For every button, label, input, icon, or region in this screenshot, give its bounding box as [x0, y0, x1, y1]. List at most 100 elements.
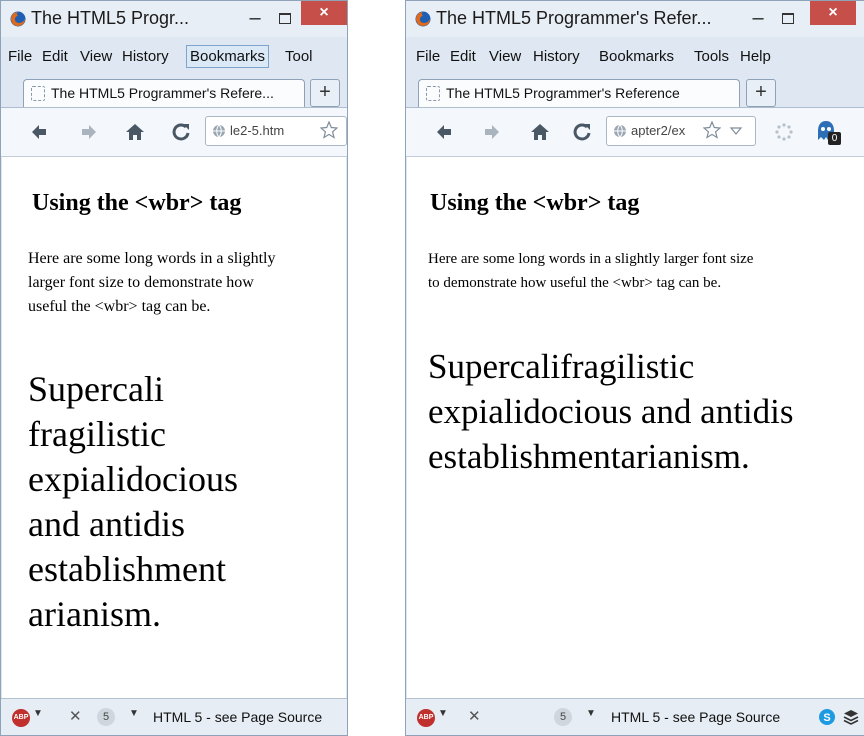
home-icon[interactable]	[125, 122, 145, 142]
long-text-line: and antidis	[28, 504, 185, 544]
maximize-icon	[279, 12, 291, 24]
title-bar: The HTML5 Progr... – ×	[1, 1, 347, 37]
menu-help[interactable]: Help	[740, 48, 771, 65]
page-icon	[426, 86, 440, 101]
menu-tools[interactable]: Tool	[285, 48, 313, 65]
tab-active[interactable]: The HTML5 Programmer's Reference	[418, 79, 740, 107]
long-words-text: Supercalifragilistic expialidocious and …	[428, 344, 793, 479]
status-bar: ABP ▼ ✕ 5 ▼ HTML 5 - see Page Source S	[406, 698, 864, 735]
back-arrow-icon[interactable]	[434, 122, 454, 142]
title-bar: The HTML5 Programmer's Refer... – ×	[406, 1, 864, 37]
minimize-button[interactable]: –	[241, 4, 269, 32]
star-icon[interactable]	[320, 121, 338, 139]
tab-label: The HTML5 Programmer's Refere...	[51, 85, 274, 101]
close-icon[interactable]: ✕	[468, 707, 481, 725]
intro-paragraph: Here are some long words in a slightly l…	[428, 247, 864, 295]
long-words-text: Supercali fragilistic expialidocious and…	[28, 367, 238, 637]
tab-active[interactable]: The HTML5 Programmer's Refere...	[23, 79, 305, 107]
ghostery-button[interactable]: 0	[816, 120, 844, 146]
intro-paragraph: Here are some long words in a slightly l…	[28, 247, 346, 319]
navigation-toolbar: le2-5.htm	[1, 107, 347, 157]
ghostery-badge: 0	[828, 132, 841, 145]
long-text-line: Supercali	[28, 369, 164, 409]
browser-window-narrow: The HTML5 Progr... – × File Edit View Hi…	[0, 0, 348, 736]
browser-window-wide: The HTML5 Programmer's Refer... – × File…	[405, 0, 864, 736]
svg-text:S: S	[823, 712, 830, 724]
close-button[interactable]: ×	[301, 1, 347, 25]
menu-edit[interactable]: Edit	[450, 48, 476, 65]
url-text: apter2/ex	[631, 123, 686, 138]
paragraph-line: Here are some long words in a slightly	[28, 250, 276, 267]
maximize-button[interactable]	[774, 4, 802, 32]
forward-arrow-icon[interactable]	[482, 122, 502, 142]
menu-tools[interactable]: Tools	[694, 48, 729, 65]
firefox-icon	[415, 11, 431, 27]
tab-label: The HTML5 Programmer's Reference	[446, 85, 680, 101]
chevron-down-icon[interactable]: ▼	[586, 708, 596, 719]
page-content: Using the <wbr> tag Here are some long w…	[2, 157, 346, 699]
firefox-icon	[10, 11, 26, 27]
addon-count-badge: 5	[97, 708, 115, 726]
url-bar[interactable]: apter2/ex	[606, 116, 756, 146]
url-text: le2-5.htm	[230, 123, 285, 138]
page-heading: Using the <wbr> tag	[430, 190, 640, 216]
long-text-line: establishment	[28, 549, 226, 589]
maximize-icon	[782, 12, 794, 24]
adblock-plus-icon[interactable]: ABP	[417, 709, 435, 727]
paragraph-line: to demonstrate how useful the <wbr> tag …	[428, 275, 722, 291]
globe-icon	[213, 124, 225, 138]
reload-icon[interactable]	[171, 122, 191, 142]
menu-history[interactable]: History	[533, 48, 580, 65]
close-icon[interactable]: ✕	[69, 707, 82, 725]
menu-bar: File Edit View History Bookmarks Tools H…	[406, 45, 864, 69]
forward-arrow-icon[interactable]	[79, 122, 99, 142]
menu-edit[interactable]: Edit	[42, 48, 68, 65]
paragraph-line: useful the <wbr> tag can be.	[28, 298, 211, 315]
globe-icon	[614, 124, 626, 138]
skype-icon[interactable]: S	[818, 708, 836, 726]
menu-bookmarks[interactable]: Bookmarks	[599, 48, 674, 65]
navigation-toolbar: apter2/ex 0	[406, 107, 864, 157]
close-button[interactable]: ×	[810, 1, 856, 25]
chevron-down-icon[interactable]: ▼	[129, 708, 139, 719]
window-title: The HTML5 Progr...	[31, 8, 190, 28]
url-bar[interactable]: le2-5.htm	[205, 116, 347, 146]
bookmark-dropdown-icon[interactable]	[727, 121, 745, 139]
menu-bar: File Edit View History Bookmarks Tool	[1, 45, 347, 69]
status-text: HTML 5 - see Page Source	[153, 709, 323, 725]
new-tab-button[interactable]: +	[310, 79, 340, 107]
minimize-button[interactable]: –	[744, 4, 772, 32]
menu-bookmarks[interactable]: Bookmarks	[186, 45, 270, 68]
chevron-down-icon[interactable]: ▼	[438, 708, 448, 719]
long-text-line: fragilistic	[28, 414, 166, 454]
loading-spinner-icon	[775, 123, 793, 141]
reload-icon[interactable]	[572, 122, 592, 142]
buffer-icon[interactable]	[842, 708, 860, 726]
menu-view[interactable]: View	[489, 48, 521, 65]
long-text-line: expialidocious	[28, 459, 238, 499]
new-tab-button[interactable]: +	[746, 79, 776, 107]
page-icon	[31, 86, 45, 101]
chevron-down-icon[interactable]: ▼	[33, 708, 43, 719]
page-content: Using the <wbr> tag Here are some long w…	[407, 157, 864, 699]
menu-file[interactable]: File	[8, 48, 32, 65]
long-text-line: establishmentarianism.	[428, 437, 750, 476]
long-text-line: expialidocious and antidis	[428, 392, 794, 431]
back-arrow-icon[interactable]	[29, 122, 49, 142]
addon-count-badge: 5	[554, 708, 572, 726]
paragraph-line: Here are some long words in a slightly l…	[428, 251, 754, 267]
star-icon[interactable]	[703, 121, 721, 139]
paragraph-line: larger font size to demonstrate how	[28, 274, 254, 291]
home-icon[interactable]	[530, 122, 550, 142]
window-title: The HTML5 Programmer's Refer...	[436, 8, 712, 28]
maximize-button[interactable]	[271, 4, 299, 32]
menu-view[interactable]: View	[80, 48, 112, 65]
status-bar: ABP ▼ ✕ 5 ▼ HTML 5 - see Page Source	[1, 698, 347, 735]
page-heading: Using the <wbr> tag	[32, 190, 242, 216]
menu-history[interactable]: History	[122, 48, 169, 65]
status-text: HTML 5 - see Page Source	[611, 709, 781, 725]
adblock-plus-icon[interactable]: ABP	[12, 709, 30, 727]
menu-file[interactable]: File	[416, 48, 440, 65]
long-text-line: arianism.	[28, 594, 161, 634]
long-text-line: Supercalifragilistic	[428, 347, 695, 386]
